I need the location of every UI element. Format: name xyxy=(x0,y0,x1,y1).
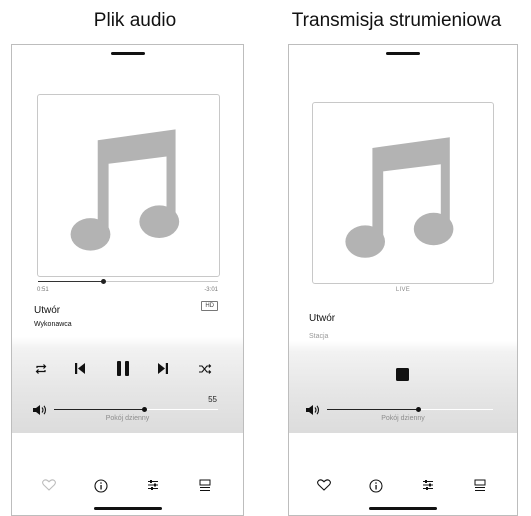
sheet-handle[interactable] xyxy=(110,52,145,55)
streaming-player: LIVE Utwór Stacja Pokój dzienny xyxy=(288,44,518,516)
elapsed-time: 0:51 xyxy=(37,287,49,293)
heading-audio-file: Plik audio xyxy=(93,10,177,31)
volume-level xyxy=(54,409,145,410)
room-name: Pokój dzienny xyxy=(381,415,425,422)
room-name: Pokój dzienny xyxy=(105,415,150,422)
artist-name: Wykonawca xyxy=(34,321,72,328)
volume-handle[interactable] xyxy=(142,407,148,412)
station-name: Stacja xyxy=(309,333,329,340)
album-art xyxy=(37,94,220,277)
track-title: Utwór xyxy=(309,313,336,324)
control-panel: 55 Pokój dzienny xyxy=(12,337,243,433)
seek-handle[interactable] xyxy=(100,279,106,284)
home-indicator xyxy=(93,507,162,510)
volume-value: 55 xyxy=(208,395,217,404)
heading-streaming: Transmisja strumieniowa xyxy=(291,10,502,31)
sheet-handle[interactable] xyxy=(386,52,420,55)
remaining-time: -3:01 xyxy=(204,287,218,293)
volume-level xyxy=(327,409,419,410)
volume-slider[interactable] xyxy=(327,407,493,412)
home-indicator xyxy=(369,507,437,510)
favorite-icon[interactable] xyxy=(42,479,56,491)
album-art xyxy=(312,102,494,284)
equalizer-icon[interactable] xyxy=(422,479,434,491)
queue-icon[interactable] xyxy=(199,479,211,492)
next-icon[interactable] xyxy=(157,362,169,375)
hd-badge: HD xyxy=(201,301,218,311)
repeat-icon[interactable] xyxy=(34,363,48,375)
favorite-icon[interactable] xyxy=(317,479,331,491)
queue-icon[interactable] xyxy=(474,479,486,492)
shuffle-icon[interactable] xyxy=(198,363,212,375)
track-title: Utwór xyxy=(34,305,61,316)
music-note-icon xyxy=(345,137,454,258)
previous-icon[interactable] xyxy=(74,362,86,375)
control-panel: Pokój dzienny xyxy=(289,341,517,433)
audio-file-player: 0:51 -3:01 HD Utwór Wykonawca 55 Pokój d… xyxy=(11,44,244,516)
music-note-icon xyxy=(70,129,180,251)
seek-bar[interactable] xyxy=(38,279,218,284)
volume-handle[interactable] xyxy=(416,407,422,412)
volume-slider[interactable] xyxy=(54,407,218,412)
live-label: LIVE xyxy=(395,287,411,293)
stop-icon[interactable] xyxy=(395,367,410,382)
info-icon[interactable] xyxy=(94,479,108,493)
pause-icon[interactable] xyxy=(116,360,130,377)
seek-progress xyxy=(38,281,103,282)
info-icon[interactable] xyxy=(369,479,383,493)
equalizer-icon[interactable] xyxy=(147,479,159,491)
